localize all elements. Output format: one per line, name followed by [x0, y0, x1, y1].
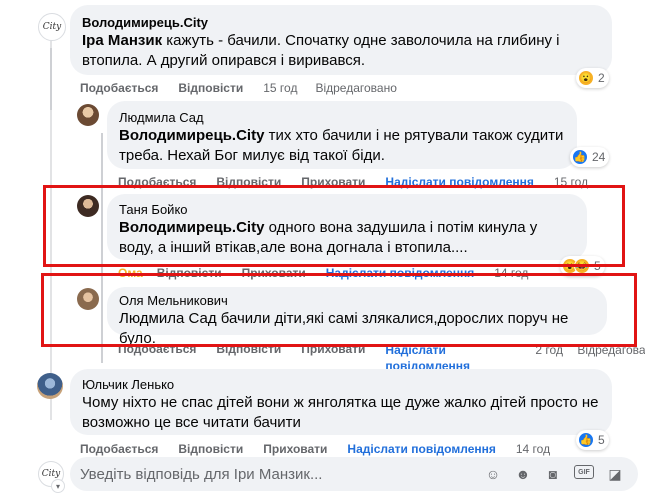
chevron-down-icon[interactable]: ▾ — [52, 480, 64, 492]
gif-icon[interactable]: GIF — [574, 465, 594, 479]
hide-button[interactable]: Приховати — [301, 175, 365, 189]
comment-author[interactable]: Оля Мельникович — [119, 293, 595, 309]
timestamp[interactable]: 15 год — [263, 81, 297, 95]
edited-label[interactable]: Відредаговано — [315, 81, 396, 95]
hide-button[interactable]: Приховати — [263, 442, 327, 456]
send-message-button[interactable]: Надіслати повідомлення — [326, 266, 474, 280]
reaction-count: 5 — [594, 259, 601, 273]
send-message-button[interactable]: Надіслати повідомлення — [385, 175, 533, 189]
avatar-logo-text: City — [42, 22, 62, 32]
like-button[interactable]: Подобається — [80, 81, 158, 95]
thread-line-reply — [101, 133, 103, 363]
comment-actions: Подобається Відповісти Приховати Надісла… — [80, 442, 568, 456]
like-button[interactable]: Подобається — [118, 342, 196, 356]
emoji-icon[interactable]: ☻ — [514, 465, 532, 483]
hide-button[interactable]: Приховати — [242, 266, 306, 280]
camera-icon[interactable]: ◙ — [544, 465, 562, 483]
avatar-tania-boiko[interactable] — [77, 195, 99, 217]
like-button[interactable]: Ома — [118, 266, 143, 280]
avatar-liudmyla-sad[interactable] — [77, 104, 99, 126]
like-button[interactable]: Подобається — [118, 175, 196, 189]
avatar-volodymyrets-city[interactable]: City — [38, 13, 66, 41]
reaction-summary[interactable]: 👍 24 — [570, 147, 610, 167]
comment-bubble-1: Володимирець.City Іра Манзик кажуть - ба… — [70, 5, 612, 75]
comment-text: Володимирець.City тих хто бачили і не ря… — [119, 126, 565, 166]
mention-link[interactable]: Іра Манзик — [82, 32, 162, 49]
reaction-summary[interactable]: 😮 😂 5 — [560, 256, 605, 276]
comment-actions: Подобається Відповісти 15 год Відредагов… — [80, 81, 415, 95]
reply-button[interactable]: Відповісти — [216, 342, 281, 356]
sticker-icon[interactable]: ◪ — [606, 465, 624, 483]
comment-author[interactable]: Юльчик Ленько — [82, 377, 600, 393]
comment-actions: Ома Відповісти Приховати Надіслати повід… — [118, 266, 546, 280]
reaction-summary[interactable]: 👍 5 — [576, 430, 609, 450]
avatar-sticker-icon[interactable]: ☺ — [484, 465, 502, 483]
reaction-count: 2 — [598, 71, 605, 85]
timestamp[interactable]: 2 год — [535, 342, 565, 358]
thread-line-nested — [50, 40, 52, 420]
hide-button[interactable]: Приховати — [301, 342, 365, 356]
comment-text: Іра Манзик кажуть - бачили. Спочатку одн… — [82, 31, 600, 71]
like-reaction-icon: 👍 — [572, 149, 588, 165]
reply-input[interactable] — [80, 465, 470, 483]
timestamp[interactable]: 14 год — [494, 266, 528, 280]
timestamp[interactable]: 15 год — [554, 175, 588, 189]
comment-bubble-4: Оля Мельникович Людмила Сад бачили діти,… — [107, 287, 607, 347]
composer-toolbar: ☺ ☻ ◙ GIF ◪ — [484, 465, 624, 483]
comment-actions: Подобається Відповісти Приховати Надісла… — [118, 175, 606, 189]
reply-button[interactable]: Відповісти — [178, 81, 243, 95]
reply-button[interactable]: Відповісти — [178, 442, 243, 456]
send-message-button[interactable]: Надіслати повідомлення — [347, 442, 495, 456]
comment-author[interactable]: Людмила Сад — [119, 110, 565, 126]
comment-bubble-5: Юльчик Ленько Чому ніхто не спас дітей в… — [70, 369, 612, 435]
reply-button[interactable]: Відповісти — [216, 175, 281, 189]
mention-link[interactable]: Володимирець.City — [119, 219, 264, 236]
haha-reaction-icon: 😂 — [574, 258, 590, 274]
reaction-count: 5 — [598, 433, 605, 447]
comment-author[interactable]: Таня Бойко — [119, 202, 575, 218]
avatar-olia-melnykovych[interactable] — [77, 288, 99, 310]
avatar-yulchyk-lenko[interactable] — [37, 373, 63, 399]
reply-composer: ☺ ☻ ◙ GIF ◪ — [70, 457, 638, 491]
wow-reaction-icon: 😮 — [578, 70, 594, 86]
like-button[interactable]: Подобається — [80, 442, 158, 456]
comment-author[interactable]: Володимирець.City — [82, 15, 600, 31]
mention-link[interactable]: Володимирець.City — [119, 127, 264, 144]
comment-text: Володимирець.City одного вона задушила і… — [119, 218, 575, 258]
edited-label[interactable]: Відредаговано — [577, 342, 645, 358]
reply-button[interactable]: Відповісти — [157, 266, 222, 280]
like-reaction-icon: 👍 — [578, 432, 594, 448]
avatar-logo-text: City — [41, 469, 61, 479]
reaction-summary[interactable]: 😮 2 — [576, 68, 609, 88]
timestamp[interactable]: 14 год — [516, 442, 550, 456]
comment-bubble-3: Таня Бойко Володимирець.City одного вона… — [107, 194, 587, 260]
comment-text: Чому ніхто не спас дітей вони ж янголятк… — [82, 394, 599, 431]
comment-bubble-2: Людмила Сад Володимирець.City тих хто ба… — [107, 101, 577, 169]
reaction-count: 24 — [592, 150, 606, 164]
